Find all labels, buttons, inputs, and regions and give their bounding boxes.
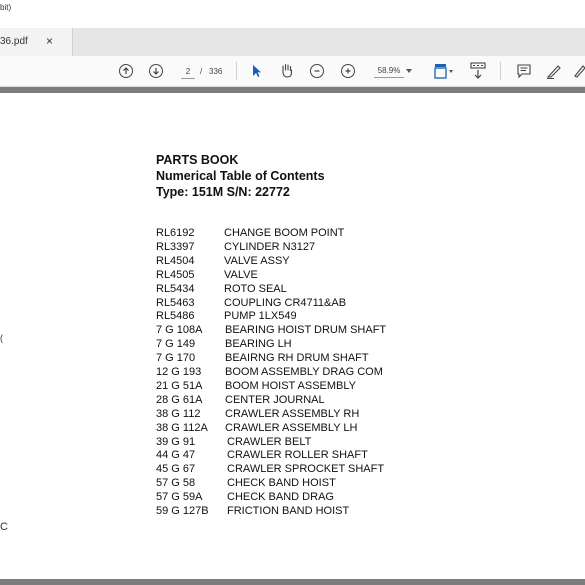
part-code: 12 G 193 (156, 366, 202, 378)
part-code: RL5486 (156, 310, 195, 322)
scroll-mode-icon[interactable] (469, 61, 487, 81)
viewer-bottom-edge (0, 579, 585, 585)
part-description: CHANGE BOOM POINT (224, 227, 345, 239)
next-page-icon[interactable] (149, 64, 163, 78)
part-code: 7 G 149 (156, 338, 196, 350)
part-description: CHECK BAND HOIST (227, 477, 336, 489)
tab-document[interactable]: 36.pdf × (0, 28, 73, 56)
part-description: VALVE ASSY (224, 255, 290, 267)
part-code: 21 G 51A (156, 380, 203, 392)
doc-heading-type: Type: 151M S/N: 22772 (156, 185, 290, 199)
part-description: BEAIRNG RH DRUM SHAFT (225, 352, 369, 364)
page-number-input[interactable]: 2 (181, 64, 195, 79)
doc-heading-title: PARTS BOOK (156, 153, 239, 167)
part-description: BEARING LH (225, 338, 292, 350)
toolbar: 2 / 336 58.9% (0, 56, 585, 87)
part-code: 57 G 58 (156, 477, 196, 489)
part-description: BEARING HOIST DRUM SHAFT (225, 324, 387, 336)
draw-icon[interactable] (572, 62, 585, 80)
part-description: FRICTION BAND HOIST (227, 505, 350, 517)
part-code: 38 G 112A (156, 422, 208, 434)
part-description: CRAWLER ROLLER SHAFT (227, 449, 368, 461)
part-code: 7 G 108A (156, 324, 203, 336)
window-title: bit) (0, 3, 12, 12)
doc-heading-subtitle: Numerical Table of Contents (156, 169, 325, 183)
chevron-down-icon[interactable] (405, 66, 413, 76)
page-total: 336 (209, 66, 223, 76)
part-code: RL3397 (156, 241, 195, 253)
part-description: PUMP 1LX549 (224, 310, 297, 322)
part-code: 45 G 67 (156, 463, 196, 475)
select-cursor-icon[interactable] (250, 63, 264, 79)
part-description: CRAWLER ASSEMBLY RH (225, 408, 360, 420)
page-separator: / (200, 66, 203, 76)
zoom-level-select[interactable]: 58.9% (374, 64, 404, 78)
tab-bar: 36.pdf × (0, 28, 585, 57)
part-description: COUPLING CR4711&AB (224, 297, 347, 309)
zoom-in-icon[interactable] (341, 64, 355, 78)
part-code: RL5463 (156, 297, 195, 309)
part-description: CRAWLER SPROCKET SHAFT (227, 463, 385, 475)
hand-tool-icon[interactable] (279, 62, 295, 79)
side-mark-paren: ( (0, 333, 3, 343)
part-code: RL5434 (156, 283, 195, 295)
part-code: RL6192 (156, 227, 195, 239)
fit-page-icon[interactable] (433, 62, 455, 80)
part-code: 44 G 47 (156, 449, 196, 461)
zoom-out-icon[interactable] (310, 64, 324, 78)
part-description: VALVE (224, 269, 258, 281)
toolbar-divider (236, 62, 237, 80)
part-code: 39 G 91 (156, 436, 196, 448)
part-description: BOOM ASSEMBLY DRAG COM (225, 366, 383, 378)
part-description: ROTO SEAL (224, 283, 287, 295)
toolbar-divider (500, 62, 501, 80)
part-code: RL4505 (156, 269, 195, 281)
side-mark-c: C (0, 521, 8, 533)
highlight-icon[interactable] (545, 62, 563, 80)
part-code: RL4504 (156, 255, 195, 267)
part-description: CRAWLER ASSEMBLY LH (225, 422, 358, 434)
part-description: BOOM HOIST ASSEMBLY (225, 380, 357, 392)
part-code: 57 G 59A (156, 491, 203, 503)
comment-icon[interactable] (516, 63, 532, 79)
part-description: CYLINDER N3127 (224, 241, 316, 253)
viewer-top-edge (0, 87, 585, 93)
close-icon[interactable]: × (46, 34, 53, 48)
part-code: 28 G 61A (156, 394, 203, 406)
part-description: CENTER JOURNAL (225, 394, 325, 406)
part-code: 59 G 127B (156, 505, 209, 517)
part-description: CHECK BAND DRAG (227, 491, 334, 503)
part-description: CRAWLER BELT (227, 436, 312, 448)
part-code: 7 G 170 (156, 352, 196, 364)
window-titlebar: bit) (0, 0, 585, 28)
prev-page-icon[interactable] (119, 64, 133, 78)
part-code: 38 G 112 (156, 408, 201, 420)
tab-label: 36.pdf (0, 36, 28, 47)
